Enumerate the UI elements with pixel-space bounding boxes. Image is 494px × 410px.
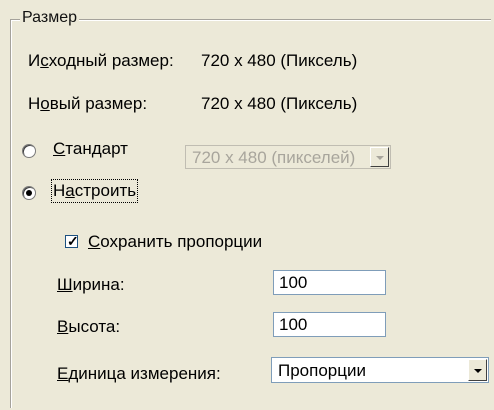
units-combo-value: Пропорции	[278, 361, 366, 380]
radio-selected-dot	[26, 190, 32, 196]
chevron-down-icon	[474, 369, 482, 373]
standard-size-dropdown-button[interactable]	[370, 147, 389, 167]
check-icon: ✓	[67, 233, 79, 249]
standard-size-combo[interactable]: 720 x 480 (пикселей)	[185, 145, 391, 169]
units-dropdown-button[interactable]	[468, 359, 487, 381]
standard-radio[interactable]	[22, 144, 36, 158]
new-size-value: 720 x 480 (Пиксель)	[201, 94, 358, 113]
original-size-label: Исходный размер:	[28, 51, 174, 70]
custom-radio[interactable]	[22, 186, 36, 200]
original-size-value: 720 x 480 (Пиксель)	[201, 51, 358, 70]
height-input[interactable]: 100	[273, 312, 386, 337]
standard-label[interactable]: Стандарт	[53, 139, 128, 159]
custom-label[interactable]: Настроить	[50, 179, 139, 203]
size-groupbox	[10, 19, 491, 408]
standard-size-combo-value: 720 x 480 (пикселей)	[192, 148, 356, 167]
units-combo[interactable]: Пропорции	[271, 357, 489, 383]
chevron-down-icon	[376, 156, 384, 160]
units-label: Единица измерения:	[57, 364, 221, 383]
keep-proportions-label[interactable]: Сохранить пропорции	[88, 232, 262, 252]
new-size-label: Новый размер:	[28, 94, 148, 113]
height-label: Высота:	[57, 317, 121, 336]
size-group-legend: Размер	[20, 9, 79, 27]
width-input[interactable]: 100	[273, 270, 386, 295]
width-label: Ширина:	[57, 275, 125, 294]
keep-proportions-checkbox[interactable]: ✓	[65, 233, 79, 249]
